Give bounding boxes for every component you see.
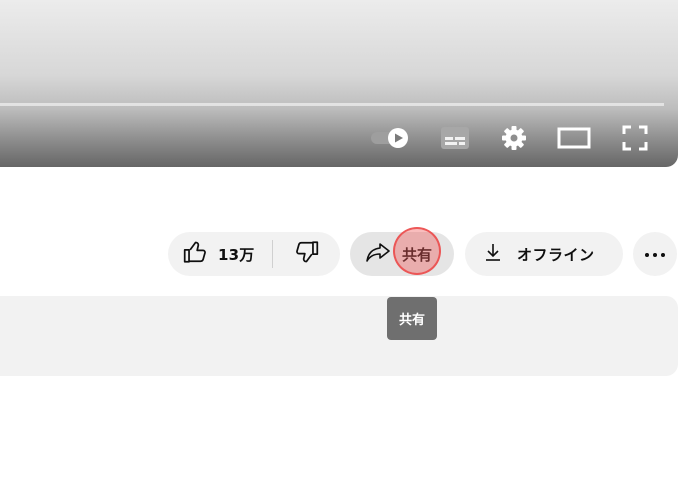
video-player[interactable]: [0, 0, 678, 167]
dislike-button[interactable]: [273, 232, 340, 276]
subtitles-button[interactable]: [436, 120, 474, 156]
theater-mode-button[interactable]: [554, 120, 594, 156]
fullscreen-button[interactable]: [616, 120, 654, 156]
gear-icon: [500, 124, 528, 152]
autoplay-toggle[interactable]: [366, 120, 414, 156]
share-button[interactable]: 共有: [350, 232, 454, 276]
offline-button[interactable]: オフライン: [465, 232, 623, 276]
page: 13万 共有 オフライン 共有: [0, 0, 698, 497]
fullscreen-icon: [621, 124, 649, 152]
subtitles-icon: [440, 126, 470, 150]
thumbs-down-icon: [294, 239, 320, 269]
like-dislike-group: 13万: [168, 232, 340, 276]
share-arrow-icon: [364, 239, 392, 269]
more-actions-button[interactable]: [633, 232, 677, 276]
autoplay-toggle-icon: [368, 126, 412, 150]
more-horizontal-icon: [643, 245, 667, 263]
settings-button[interactable]: [496, 120, 532, 156]
share-label: 共有: [402, 245, 433, 264]
like-count: 13万: [218, 245, 255, 264]
description-box[interactable]: [0, 296, 678, 376]
like-button[interactable]: 13万: [168, 232, 272, 276]
progress-bar[interactable]: [0, 103, 664, 106]
offline-label: オフライン: [517, 245, 595, 264]
download-icon: [483, 240, 503, 268]
share-tooltip: 共有: [387, 297, 437, 340]
thumbs-up-icon: [182, 239, 208, 269]
theater-mode-icon: [557, 126, 591, 150]
